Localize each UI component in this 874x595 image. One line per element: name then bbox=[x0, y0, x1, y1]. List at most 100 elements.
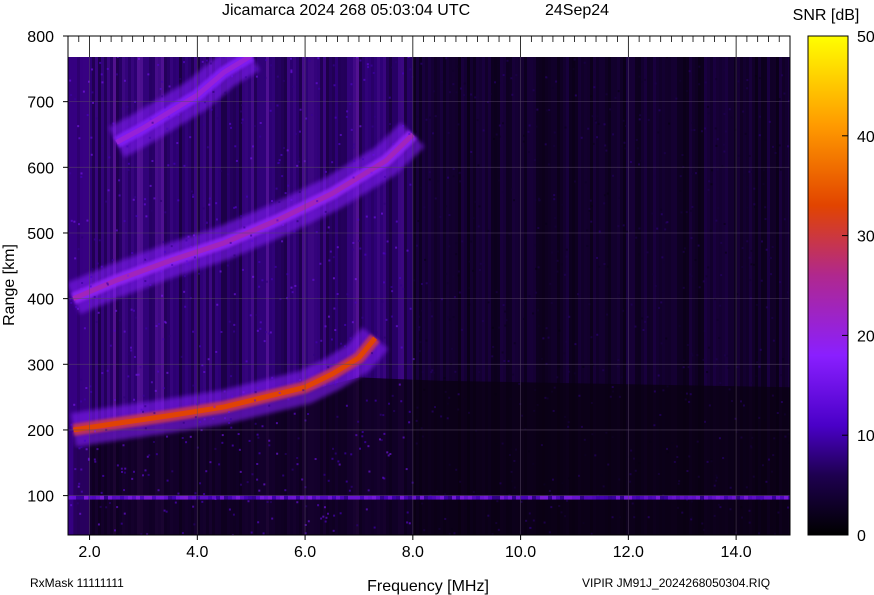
speckle bbox=[240, 121, 243, 124]
speckle bbox=[116, 506, 119, 509]
speckle bbox=[382, 281, 385, 284]
speckle bbox=[660, 208, 663, 211]
speckle bbox=[388, 96, 391, 99]
speckle bbox=[280, 153, 283, 156]
noise-band-cell bbox=[396, 495, 400, 500]
speckle bbox=[124, 467, 127, 470]
speckle bbox=[278, 159, 281, 162]
speckle bbox=[216, 117, 219, 120]
speckle bbox=[553, 194, 556, 197]
speckle bbox=[501, 191, 504, 194]
noise-band-cell bbox=[632, 495, 636, 500]
speckle bbox=[271, 517, 274, 520]
speckle bbox=[245, 360, 248, 363]
speckle bbox=[654, 284, 657, 287]
speckle bbox=[161, 80, 164, 83]
speckle bbox=[327, 366, 330, 369]
speckle bbox=[320, 339, 323, 342]
speckle bbox=[408, 522, 411, 525]
speckle bbox=[163, 509, 166, 512]
speckle bbox=[185, 239, 188, 242]
speckle bbox=[583, 61, 586, 64]
speckle bbox=[238, 448, 241, 451]
noise-band-cell bbox=[328, 495, 332, 500]
speckle bbox=[783, 413, 786, 416]
speckle bbox=[334, 452, 337, 455]
speckle bbox=[229, 241, 232, 244]
speckle bbox=[179, 77, 182, 80]
noise-band-cell bbox=[144, 495, 148, 500]
speckle bbox=[528, 450, 531, 453]
speckle bbox=[113, 398, 116, 401]
speckle bbox=[752, 263, 755, 266]
speckle bbox=[81, 236, 84, 239]
speckle bbox=[334, 116, 337, 119]
speckle bbox=[510, 448, 513, 451]
noise-band-cell bbox=[108, 495, 112, 500]
noise-band-cell bbox=[228, 495, 232, 500]
speckle bbox=[259, 135, 262, 138]
speckle bbox=[657, 374, 660, 377]
speckle bbox=[768, 120, 771, 123]
noise-band-cell bbox=[340, 495, 344, 500]
speckle bbox=[419, 186, 422, 189]
speckle bbox=[223, 390, 226, 393]
speckle bbox=[537, 227, 540, 230]
noise-band-cell bbox=[572, 495, 576, 500]
speckle bbox=[275, 422, 278, 425]
speckle bbox=[450, 528, 453, 531]
speckle bbox=[167, 164, 170, 167]
speckle bbox=[487, 301, 490, 304]
speckle bbox=[644, 78, 647, 81]
speckle bbox=[580, 136, 583, 139]
speckle bbox=[653, 390, 656, 393]
speckle bbox=[192, 234, 195, 237]
speckle bbox=[115, 309, 118, 312]
noise-band-cell bbox=[72, 495, 76, 500]
speckle bbox=[185, 441, 188, 444]
speckle bbox=[647, 516, 650, 519]
speckle bbox=[756, 361, 759, 364]
speckle bbox=[82, 90, 85, 93]
speckle bbox=[219, 170, 222, 173]
speckle bbox=[666, 221, 669, 224]
speckle bbox=[95, 117, 98, 120]
speckle bbox=[153, 197, 156, 200]
speckle bbox=[495, 522, 498, 525]
speckle bbox=[452, 316, 455, 319]
speckle bbox=[406, 511, 409, 514]
speckle bbox=[229, 126, 232, 129]
speckle bbox=[228, 320, 231, 323]
speckle bbox=[324, 520, 327, 523]
noise-band-cell bbox=[236, 495, 240, 500]
speckle bbox=[75, 306, 78, 309]
speckle bbox=[250, 157, 253, 160]
noise-band-cell bbox=[92, 495, 96, 500]
speckle bbox=[100, 265, 103, 268]
speckle bbox=[606, 192, 609, 195]
speckle bbox=[299, 378, 302, 381]
noise-band-cell bbox=[212, 495, 216, 500]
speckle bbox=[459, 480, 462, 483]
speckle bbox=[208, 197, 211, 200]
speckle bbox=[78, 137, 81, 140]
speckle bbox=[395, 325, 398, 328]
speckle bbox=[101, 372, 104, 375]
speckle bbox=[745, 89, 748, 92]
speckle bbox=[208, 203, 211, 206]
speckle bbox=[685, 211, 688, 214]
speckle bbox=[688, 70, 691, 73]
speckle bbox=[144, 258, 147, 261]
speckle bbox=[502, 74, 505, 77]
speckle bbox=[532, 462, 535, 465]
speckle bbox=[532, 89, 535, 92]
speckle bbox=[290, 286, 293, 289]
speckle bbox=[467, 411, 470, 414]
noise-band-cell bbox=[128, 495, 132, 500]
speckle bbox=[453, 532, 456, 535]
speckle bbox=[164, 321, 167, 324]
speckle bbox=[634, 469, 637, 472]
speckle bbox=[400, 400, 403, 403]
speckle bbox=[105, 200, 108, 203]
noise-band-cell bbox=[180, 495, 184, 500]
